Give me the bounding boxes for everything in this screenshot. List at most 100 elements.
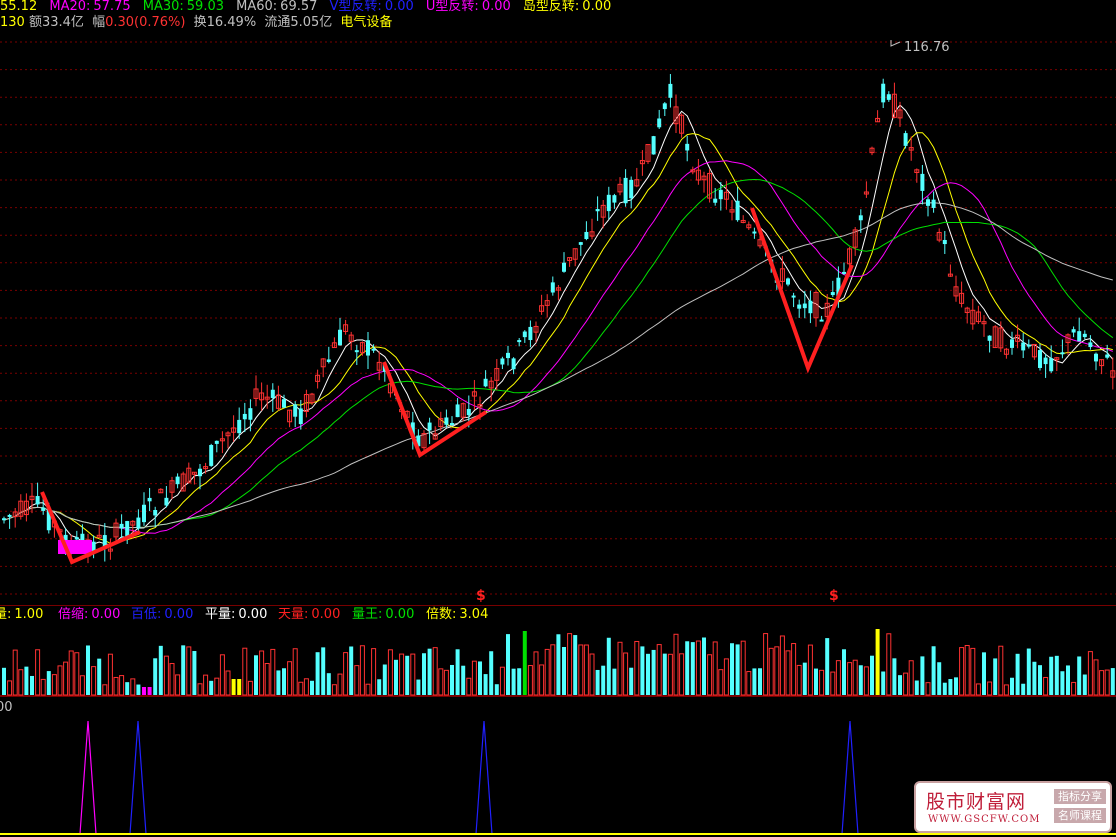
candle-body xyxy=(606,194,611,212)
volume-bar xyxy=(651,649,656,695)
volume-chart[interactable]: 量: 1.00 倍缩: 0.00 百低: 0.00 平量: 0.00 天量: 0.00 量… xyxy=(0,605,1116,697)
volume-bar xyxy=(97,658,102,695)
low-value: 0.00 xyxy=(164,607,193,622)
candle-body xyxy=(35,496,40,505)
candle-body xyxy=(528,326,533,341)
moving-average-lines xyxy=(3,104,1114,546)
signal-marker-2: $ xyxy=(829,588,839,604)
volume-bar xyxy=(1003,684,1009,696)
indicator-spike xyxy=(79,720,97,835)
svg-text:量:1.00: 量: 1.00 xyxy=(0,607,43,622)
volume-bar xyxy=(12,649,18,696)
volume-bar xyxy=(589,653,595,696)
volume-bar xyxy=(634,640,640,696)
candle-body xyxy=(550,282,555,293)
times-value: 3.04 xyxy=(459,607,488,622)
volume-bar xyxy=(814,668,818,695)
candle-body xyxy=(931,199,936,208)
volume-bar xyxy=(835,660,841,696)
volume-bar xyxy=(690,642,695,695)
volume-bar xyxy=(982,652,986,695)
volume-bar xyxy=(964,644,970,696)
candle-body xyxy=(511,358,516,370)
candle-body xyxy=(786,278,790,285)
volume-bar xyxy=(399,653,405,696)
volume-bar xyxy=(483,674,488,695)
volume-bar xyxy=(763,633,769,696)
volume-bar xyxy=(57,665,63,696)
volume-bar xyxy=(712,641,718,696)
candle-body xyxy=(920,173,925,191)
volume-bar xyxy=(679,653,685,696)
candle-body xyxy=(1026,344,1031,347)
candle-body xyxy=(164,497,169,506)
candle-body xyxy=(2,518,6,521)
high-price-marker: 116.76 xyxy=(904,40,950,55)
volume-bar xyxy=(1038,665,1042,695)
volume-bar xyxy=(343,652,349,696)
volume-bar xyxy=(758,668,762,695)
volume-bar xyxy=(723,658,729,696)
candle-body xyxy=(366,340,370,356)
candle-body xyxy=(1082,333,1087,338)
volume-bar xyxy=(478,661,482,695)
volume-bar xyxy=(438,668,444,696)
volume-bar xyxy=(920,656,925,695)
v-reversal-mark-1 xyxy=(382,361,488,459)
candle-body xyxy=(584,231,589,240)
volume-bar xyxy=(819,669,825,696)
volume-bar xyxy=(331,684,337,696)
candle-body xyxy=(1049,358,1054,372)
volume-bar xyxy=(517,668,522,695)
volume-bar xyxy=(562,647,566,695)
shrink-label: 倍缩: xyxy=(58,606,88,622)
indicator-spikes xyxy=(79,720,859,835)
candle-body xyxy=(1060,352,1065,355)
svg-text:倍缩:0.00: 倍缩: 0.00 xyxy=(58,606,120,622)
volume-bar xyxy=(959,647,965,696)
candle-body xyxy=(791,295,796,298)
volume-bar xyxy=(192,651,197,695)
candlesticks xyxy=(2,74,1116,564)
volume-legend: 量: 1.00 倍缩: 0.00 百低: 0.00 平量: 0.00 天量: 0.00 量… xyxy=(0,606,488,622)
volume-bar xyxy=(774,646,780,696)
volume-bar xyxy=(511,668,516,695)
candle-body xyxy=(198,468,202,477)
volume-bar xyxy=(567,633,573,696)
volume-bar xyxy=(175,674,181,696)
volume-bar xyxy=(892,658,897,695)
candle-body xyxy=(1010,339,1014,348)
volume-bar xyxy=(237,679,242,695)
volume-bar xyxy=(7,680,13,696)
volume-bar xyxy=(875,629,880,695)
volume-bar xyxy=(68,650,74,696)
candle-body xyxy=(662,103,667,110)
volume-bar xyxy=(310,680,314,695)
candle-body xyxy=(175,476,180,485)
candle-body xyxy=(842,271,846,274)
volume-bar xyxy=(214,677,220,696)
candle-body xyxy=(1021,342,1026,351)
volume-bar xyxy=(730,643,734,695)
candlestick-chart[interactable]: 116.76 $ $ xyxy=(0,0,1116,605)
volume-bar xyxy=(276,670,281,695)
candle-body xyxy=(1105,354,1110,358)
volume-bar xyxy=(1066,665,1070,695)
candle-body xyxy=(214,440,219,444)
volume-bar xyxy=(1043,676,1049,696)
volume-bar xyxy=(1071,681,1077,696)
volume-bar xyxy=(450,664,454,695)
candle-body xyxy=(612,195,617,203)
volume-bar xyxy=(1060,671,1065,695)
volume-bar xyxy=(46,671,51,695)
watermark-url: WWW.GSCFW.COM xyxy=(928,814,1041,825)
volume-bar xyxy=(1021,683,1026,695)
candle-body xyxy=(752,231,757,234)
candle-body xyxy=(657,118,662,128)
candle-body xyxy=(685,143,690,151)
volume-bar xyxy=(667,653,673,696)
volume-bar xyxy=(914,680,919,695)
king-value: 0.00 xyxy=(385,607,414,622)
volume-bar xyxy=(102,684,108,696)
candle-body xyxy=(466,408,471,416)
